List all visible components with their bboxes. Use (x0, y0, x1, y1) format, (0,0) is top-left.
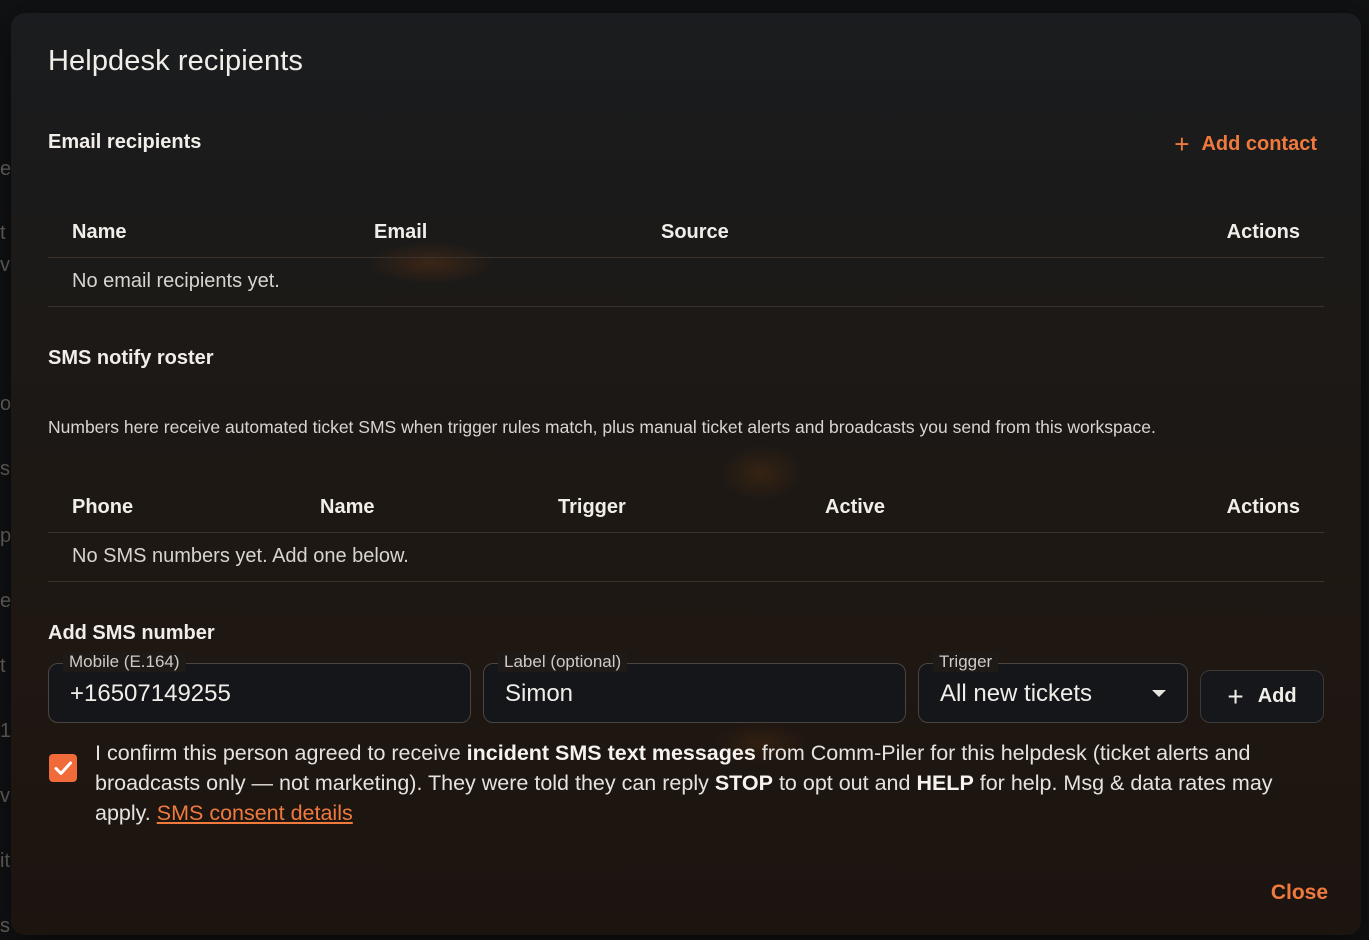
sms-roster-description: Numbers here receive automated ticket SM… (48, 417, 1156, 437)
column-header-trigger: Trigger (558, 496, 626, 518)
helpdesk-recipients-dialog: Helpdesk recipients Email recipients + A… (11, 13, 1361, 935)
column-header-name: Name (320, 496, 375, 518)
label-field-label: Label (optional) (498, 652, 628, 672)
email-recipients-heading: Email recipients (48, 131, 202, 153)
consent-bold-part: incident SMS text messages (466, 741, 756, 765)
column-header-email: Email (374, 221, 428, 243)
mobile-field-label: Mobile (E.164) (63, 652, 186, 672)
add-sms-number-heading: Add SMS number (48, 622, 215, 644)
consent-bold-part: HELP (916, 771, 974, 795)
close-button[interactable]: Close (1271, 881, 1328, 905)
consent-checkbox[interactable] (49, 754, 77, 782)
column-header-source: Source (661, 221, 729, 243)
column-header-active: Active (825, 496, 886, 518)
add-sms-number-button[interactable]: + Add (1200, 670, 1324, 723)
table-header: Name Email Source Actions (48, 206, 1324, 258)
sms-consent-details-link[interactable]: SMS consent details (157, 801, 353, 825)
dialog-title: Helpdesk recipients (48, 45, 303, 77)
sms-roster-heading: SMS notify roster (48, 347, 214, 369)
checkmark-icon (54, 761, 72, 775)
consent-text-part: to opt out and (772, 771, 917, 795)
plus-icon: + (1227, 680, 1244, 712)
mobile-input[interactable]: +16507149255 (70, 680, 231, 708)
consent-text: I confirm this person agreed to receive … (95, 738, 1315, 828)
empty-state-row: No email recipients yet. (48, 258, 1324, 307)
add-contact-button[interactable]: + Add contact (1174, 131, 1317, 157)
add-button-label: Add (1257, 685, 1297, 707)
consent-bold-part: STOP (714, 771, 773, 795)
label-field[interactable]: Label (optional) Simon (483, 652, 906, 723)
sms-roster-table: Phone Name Trigger Active Actions No SMS… (48, 481, 1324, 582)
empty-state-row: No SMS numbers yet. Add one below. (48, 533, 1324, 582)
column-header-phone: Phone (72, 496, 134, 518)
column-header-actions: Actions (1226, 221, 1300, 243)
column-header-name: Name (72, 221, 127, 243)
trigger-select[interactable]: Trigger All new tickets (918, 652, 1188, 723)
caret-down-icon (1152, 690, 1166, 697)
mobile-field[interactable]: Mobile (E.164) +16507149255 (48, 652, 471, 723)
column-header-actions: Actions (1226, 496, 1300, 518)
label-input[interactable]: Simon (505, 680, 573, 708)
trigger-selected-value: All new tickets (940, 680, 1093, 707)
email-recipients-table: Name Email Source Actions No email recip… (48, 206, 1324, 307)
trigger-select-label: Trigger (933, 652, 999, 672)
add-contact-label: Add contact (1201, 132, 1317, 155)
plus-icon: + (1174, 129, 1190, 159)
consent-text-part: I confirm this person agreed to receive (95, 741, 467, 765)
table-header: Phone Name Trigger Active Actions (48, 481, 1324, 533)
